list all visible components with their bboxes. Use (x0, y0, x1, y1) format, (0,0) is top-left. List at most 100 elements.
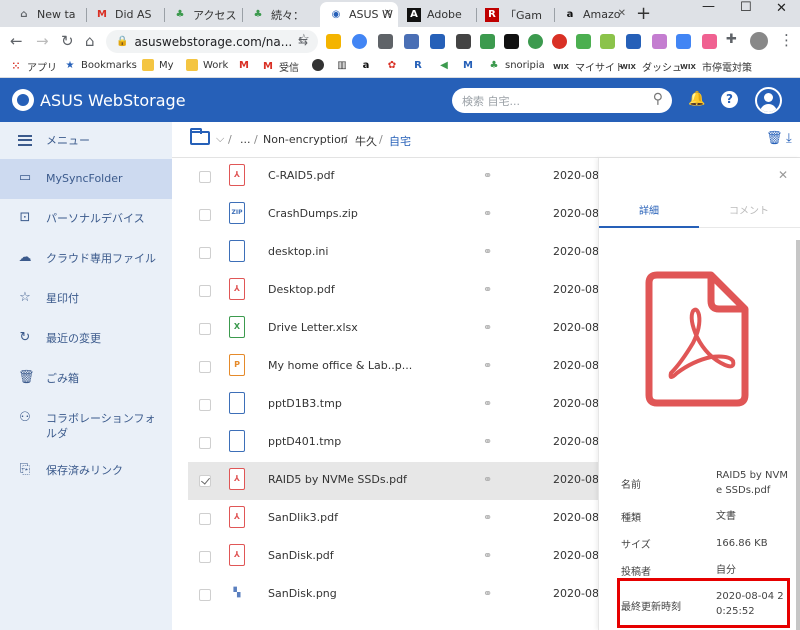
chevron-down-icon[interactable]: ⌵ (216, 132, 224, 146)
bookmark-bookmarks[interactable]: ★ Bookmarks (64, 59, 137, 71)
share-link-icon[interactable]: ⚭ (483, 283, 492, 296)
row-checkbox[interactable] (199, 247, 211, 259)
file-name[interactable]: SanDisk.pdf (268, 549, 334, 562)
share-link-icon[interactable]: ⚭ (483, 549, 492, 562)
sidebar-item-saved-links[interactable]: ⎘ 保存済みリンク (0, 451, 172, 491)
search-icon[interactable]: ⚲ (653, 91, 663, 107)
tab-details[interactable]: 詳細 (599, 202, 699, 217)
drive-icon[interactable] (326, 34, 341, 49)
extension-icon[interactable] (702, 34, 717, 49)
table-row[interactable]: ⅄ RAID5 by NVMe SSDs.pdf ⚭ 2020-08-0 (188, 462, 598, 500)
bookmark-flower[interactable]: ✿ (386, 59, 403, 71)
sidebar-item-recent[interactable]: ↻ 最近の変更 (0, 319, 172, 359)
file-name[interactable]: Drive Letter.xlsx (268, 321, 358, 334)
home-icon[interactable]: ⌂ (85, 32, 95, 50)
sidebar-item-personal-devices[interactable]: ⊡ パーソナルデバイス (0, 199, 172, 239)
row-checkbox[interactable] (199, 209, 211, 221)
browser-tab-zokuzoku[interactable]: ♣ 続々： (242, 2, 320, 27)
share-link-icon[interactable]: ⚭ (483, 169, 492, 182)
app-brand[interactable]: ASUS WebStorage (40, 91, 186, 110)
bell-icon[interactable]: 🔔 (688, 91, 705, 107)
row-checkbox[interactable] (199, 589, 211, 601)
address-bar[interactable]: 🔒 asuswebstorage.com/na... ⇆ (106, 30, 318, 53)
browser-tab-amazon[interactable]: a Amazo ✕ (554, 2, 632, 27)
file-name[interactable]: SanDisk.png (268, 587, 337, 600)
close-icon[interactable]: ✕ (778, 168, 788, 182)
download-icon[interactable]: ⤓ (786, 131, 792, 146)
help-icon[interactable]: ? (721, 91, 738, 108)
dropbox-icon[interactable] (352, 34, 367, 49)
bookmark-chart[interactable]: ▥ (336, 59, 353, 71)
table-row[interactable]: ⅄ SanDlik3.pdf ⚭ 2020-08-0 (188, 500, 598, 538)
folder-icon[interactable] (190, 128, 210, 145)
extension-icon[interactable] (626, 34, 641, 49)
bookmark-inbox[interactable]: M 受信 (262, 59, 299, 74)
forward-icon[interactable]: → (36, 32, 49, 50)
share-link-icon[interactable]: ⚭ (483, 511, 492, 524)
bookmark-gmail[interactable]: M (238, 59, 255, 71)
file-name[interactable]: My home office & Lab..p... (268, 359, 412, 372)
row-checkbox[interactable] (199, 513, 211, 525)
row-checkbox[interactable] (199, 323, 211, 335)
extension-icon[interactable] (552, 34, 567, 49)
profile-icon[interactable] (750, 32, 768, 50)
table-row[interactable]: ⅄ SanDisk.pdf ⚭ 2020-08-0 (188, 538, 598, 576)
minimize-button[interactable]: — (702, 0, 715, 14)
extension-icon[interactable] (528, 34, 543, 49)
table-row[interactable]: pptD401.tmp ⚭ 2020-08-0 (188, 424, 598, 462)
share-link-icon[interactable]: ⚭ (483, 321, 492, 334)
puzzle-icon[interactable]: ✚ (726, 32, 737, 47)
browser-tab-access[interactable]: ♣ アクセス (164, 2, 242, 27)
row-checkbox[interactable] (199, 399, 211, 411)
search-input[interactable]: 検索 自宅... ⚲ (452, 88, 672, 113)
breadcrumb-item-ushiku[interactable]: 牛久 (355, 133, 377, 149)
translate-extension-icon[interactable] (676, 34, 691, 49)
table-row[interactable]: ZIP CrashDumps.zip ⚭ 2020-08-0 (188, 196, 598, 234)
file-name[interactable]: CrashDumps.zip (268, 207, 358, 220)
breadcrumb-item-current[interactable]: 自宅 (389, 133, 411, 149)
file-name[interactable]: SanDlik3.pdf (268, 511, 338, 524)
extension-icon[interactable] (504, 34, 519, 49)
breadcrumb-ellipsis[interactable]: ... (240, 133, 251, 146)
file-name[interactable]: Desktop.pdf (268, 283, 335, 296)
bookmark-my[interactable]: My (142, 59, 174, 71)
bookmark-star-icon[interactable]: ☆ (298, 32, 310, 47)
scrollbar[interactable] (796, 240, 800, 630)
bookmark-work[interactable]: Work (186, 59, 228, 71)
bookmark-send[interactable]: ◀ (438, 59, 455, 71)
maximize-button[interactable]: ☐ (740, 0, 752, 15)
table-row[interactable]: P My home office & Lab..p... ⚭ 2020-08-0 (188, 348, 598, 386)
new-tab-button[interactable]: + (636, 3, 651, 24)
table-row[interactable]: desktop.ini ⚭ 2020-08-0 (188, 234, 598, 272)
browser-tab-rakuten[interactable]: R 「Gam (476, 2, 554, 27)
bookmark-m[interactable]: M (462, 59, 479, 71)
browser-tab-new[interactable]: ⌂ New ta (8, 2, 86, 27)
extension-icon[interactable] (600, 34, 615, 49)
row-checkbox[interactable] (199, 285, 211, 297)
back-icon[interactable]: ← (10, 32, 23, 50)
share-link-icon[interactable]: ⚭ (483, 435, 492, 448)
file-name[interactable]: C-RAID5.pdf (268, 169, 334, 182)
sidebar-item-collaboration[interactable]: ⚇ コラボレーションフォルダ (0, 399, 172, 451)
reload-icon[interactable]: ↻ (61, 32, 74, 50)
browser-tab-asus[interactable]: ◉ ASUS W ✕ (320, 2, 398, 27)
row-checkbox[interactable] (199, 361, 211, 373)
breadcrumb-item-non-encryption[interactable]: Non-encryption (263, 133, 348, 146)
extension-icon[interactable] (430, 34, 445, 49)
tab-comments[interactable]: コメント (699, 202, 799, 217)
extension-icon[interactable] (480, 34, 495, 49)
table-row[interactable]: pptD1B3.tmp ⚭ 2020-08-0 (188, 386, 598, 424)
bookmark-r[interactable]: R (412, 59, 429, 71)
share-link-icon[interactable]: ⚭ (483, 245, 492, 258)
bookmark-apps[interactable]: ⁙ アプリ (10, 59, 57, 74)
share-link-icon[interactable]: ⚭ (483, 473, 492, 486)
browser-tab-gmail[interactable]: M Did AS (86, 2, 164, 27)
extension-icon[interactable] (404, 34, 419, 49)
extension-icon[interactable] (576, 34, 591, 49)
asus-logo-icon[interactable] (12, 89, 34, 111)
sidebar-item-trash[interactable]: 🗑 ごみ箱 (0, 359, 172, 399)
file-name[interactable]: pptD1B3.tmp (268, 397, 342, 410)
file-name[interactable]: RAID5 by NVMe SSDs.pdf (268, 473, 407, 486)
share-link-icon[interactable]: ⚭ (483, 359, 492, 372)
more-menu-icon[interactable]: ⋮ (779, 31, 794, 49)
